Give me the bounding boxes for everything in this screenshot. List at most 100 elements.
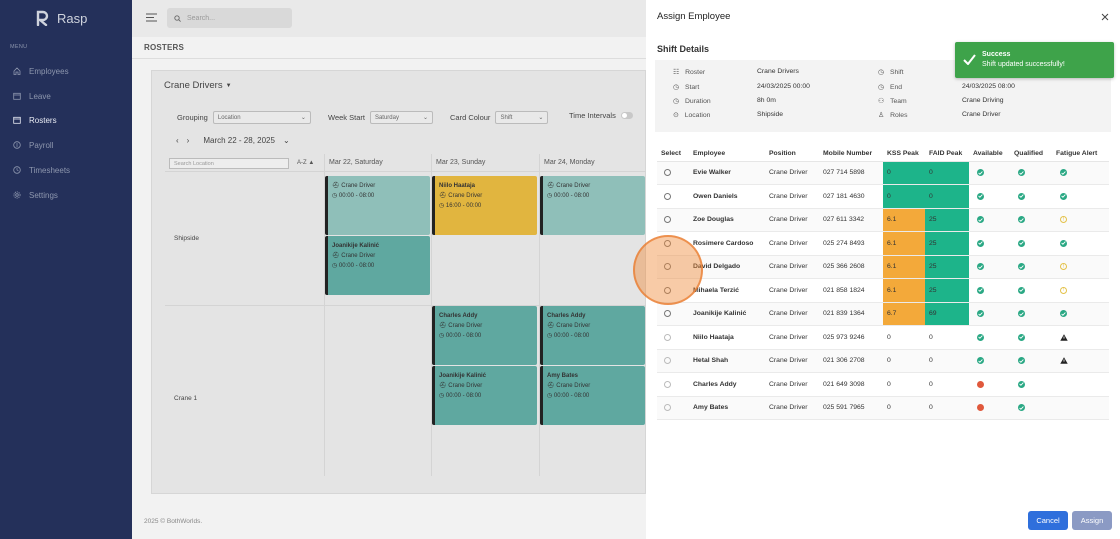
table-row[interactable]: Niilo Haataja Crane Driver 025 973 9246 0 0 [657,325,1109,350]
close-icon[interactable] [1101,13,1109,21]
sidebar-item-payroll[interactable]: Payroll [0,134,132,156]
table-row[interactable]: Owen Daniels Crane Driver 027 181 4630 0 0 [657,184,1109,209]
table-row[interactable]: Hetal Shah Crane Driver 021 306 2708 0 0 [657,349,1109,373]
table-row[interactable]: Rosimere Cardoso Crane Driver 025 274 8493… [657,231,1109,256]
sidebar-item-label: Settings [29,190,58,200]
table-row[interactable]: Zoe Douglas Crane Driver 027 611 3342 6.1 25… [657,208,1109,232]
sort-az-button[interactable]: A-Z ▲ [297,160,314,166]
success-toast[interactable]: Success Shift updated successfully! [955,42,1114,78]
sidebar-item-label: Rosters [29,115,57,125]
select-radio[interactable] [664,216,671,224]
search-box[interactable]: Search... [167,8,292,28]
x-circle-icon [977,404,984,412]
shift-role: ⛑ Crane Driver [439,323,483,329]
employee-name: Rosimere Cardoso [689,231,765,256]
shift-card[interactable]: ⛑ Crane Driver ◷ 00:00 - 08:00 [540,176,645,235]
table-row[interactable]: Charles Addy Crane Driver 021 649 3098 0 0 [657,372,1109,397]
check-circle-icon [1060,169,1067,177]
sidebar-item-timesheets[interactable]: Timesheets [0,159,132,181]
employee-name: Evie Walker [689,161,765,185]
sidebar-item-leave[interactable]: Leave [0,85,132,107]
select-radio[interactable] [664,333,671,341]
select-radio[interactable] [664,380,671,388]
chevron-down-icon[interactable]: ⌄ [283,136,290,145]
column-header: Qualified [1010,146,1052,162]
menu-toggle-icon[interactable] [146,13,157,22]
employee-name: Joanikije Kalinić [689,302,765,326]
available-status [969,372,1010,397]
week-navigation: ‹ › March 22 - 28, 2025 ⌄ [176,136,290,145]
assign-button[interactable]: Assign [1072,511,1112,530]
shift-employee: Joanikije Kalinić [439,373,487,379]
shift-card[interactable]: Joanikije Kalinić ⛑ Crane Driver ◷ 00:00… [432,366,537,425]
shift-card[interactable]: ⛑ Crane Driver ◷ 00:00 - 08:00 [325,176,430,235]
table-row[interactable]: Mihaela Terzić Crane Driver 021 858 1824 6.… [657,278,1109,303]
check-circle-icon [1018,239,1025,247]
faid-peak: 0 [925,161,969,185]
fatigue-alert-status [1052,325,1109,350]
shift-details-title: Shift Details [657,44,710,54]
table-row[interactable]: Evie Walker Crane Driver 027 714 5898 0 0 [657,161,1109,185]
roster-detail-label: ☷ Roster [673,68,706,77]
cancel-button[interactable]: Cancel [1028,511,1068,530]
week-range: March 22 - 28, 2025 [203,136,275,145]
faid-peak: 0 [925,184,969,209]
select-cell [657,302,689,326]
employee-position: Crane Driver [765,302,819,326]
employee-position: Crane Driver [765,231,819,256]
faid-peak: 25 [925,231,969,256]
faid-peak: 25 [925,208,969,232]
roster-title-dropdown[interactable]: Crane Drivers ▼ [164,80,232,91]
app-logo[interactable]: Rasp [36,10,87,26]
column-header: Available [969,146,1010,162]
shift-card[interactable]: Charles Addy ⛑ Crane Driver ◷ 00:00 - 08… [432,306,537,365]
column-header: Select [657,146,689,162]
shift-employee: Charles Addy [439,313,478,319]
sidebar-item-employees[interactable]: Employees [0,60,132,82]
team-detail-value: Crane Driving [962,97,1004,104]
warning-circle-icon: ! [1060,263,1067,271]
kss-peak: 0 [883,161,925,185]
shift-card[interactable]: Amy Bates ⛑ Crane Driver ◷ 00:00 - 08:00 [540,366,645,425]
card-colour-select[interactable]: Shift ⌄ [495,111,549,124]
shift-employee: Joanikije Kalinić [332,243,380,249]
select-radio[interactable] [664,310,671,318]
kss-peak: 0 [883,325,925,350]
chevron-right-icon[interactable]: › [187,136,190,145]
select-radio[interactable] [664,192,671,200]
employee-name: Owen Daniels [689,184,765,209]
kss-peak: 6.1 [883,231,925,256]
search-location-input[interactable]: Search Location [169,158,289,169]
select-radio[interactable] [664,404,671,412]
grouping-select[interactable]: Location ⌄ [212,111,311,124]
shift-time: ◷ 00:00 - 08:00 [547,393,590,399]
search-location-placeholder: Search Location [174,160,214,167]
end-detail-value: 24/03/2025 08:00 [962,83,1015,90]
card-colour-label: Card Colour [450,113,491,122]
shift-card[interactable]: Charles Addy ⛑ Crane Driver ◷ 00:00 - 08… [540,306,645,365]
check-circle-icon [1018,404,1025,412]
sidebar-item-settings[interactable]: Settings [0,184,132,206]
check-circle-icon [1018,310,1025,318]
time-intervals-toggle[interactable] [620,112,633,119]
column-header: FAID Peak [925,146,969,162]
select-radio[interactable] [664,357,671,365]
select-cell [657,396,689,420]
select-radio[interactable] [664,169,671,177]
check-circle-icon [1018,380,1025,388]
week-start-select[interactable]: Saturday ⌄ [369,111,433,124]
qualified-status [1010,184,1052,209]
column-header: KSS Peak [883,146,925,162]
x-circle-icon [977,380,984,388]
table-row[interactable]: Amy Bates Crane Driver 025 591 7965 0 0 [657,396,1109,420]
card-colour-filter: Card Colour Shift ⌄ [450,111,549,124]
search-input[interactable]: Search... [187,15,215,22]
shift-card[interactable]: Niilo Haataja ⛑ Crane Driver ◷ 16:00 - 0… [432,176,537,235]
chevron-left-icon[interactable]: ‹ [176,136,179,145]
table-row[interactable]: Joanikije Kalinić Crane Driver 021 839 136… [657,302,1109,326]
shift-card[interactable]: Joanikije Kalinić ⛑ Crane Driver ◷ 00:00… [325,236,430,295]
table-row[interactable]: David Delgado Crane Driver 025 366 2608 6.1… [657,255,1109,279]
fatigue-alert-status [1052,302,1109,326]
roles-detail-label: ♙ Roles [878,111,908,120]
sidebar-item-rosters[interactable]: Rosters [0,109,132,131]
